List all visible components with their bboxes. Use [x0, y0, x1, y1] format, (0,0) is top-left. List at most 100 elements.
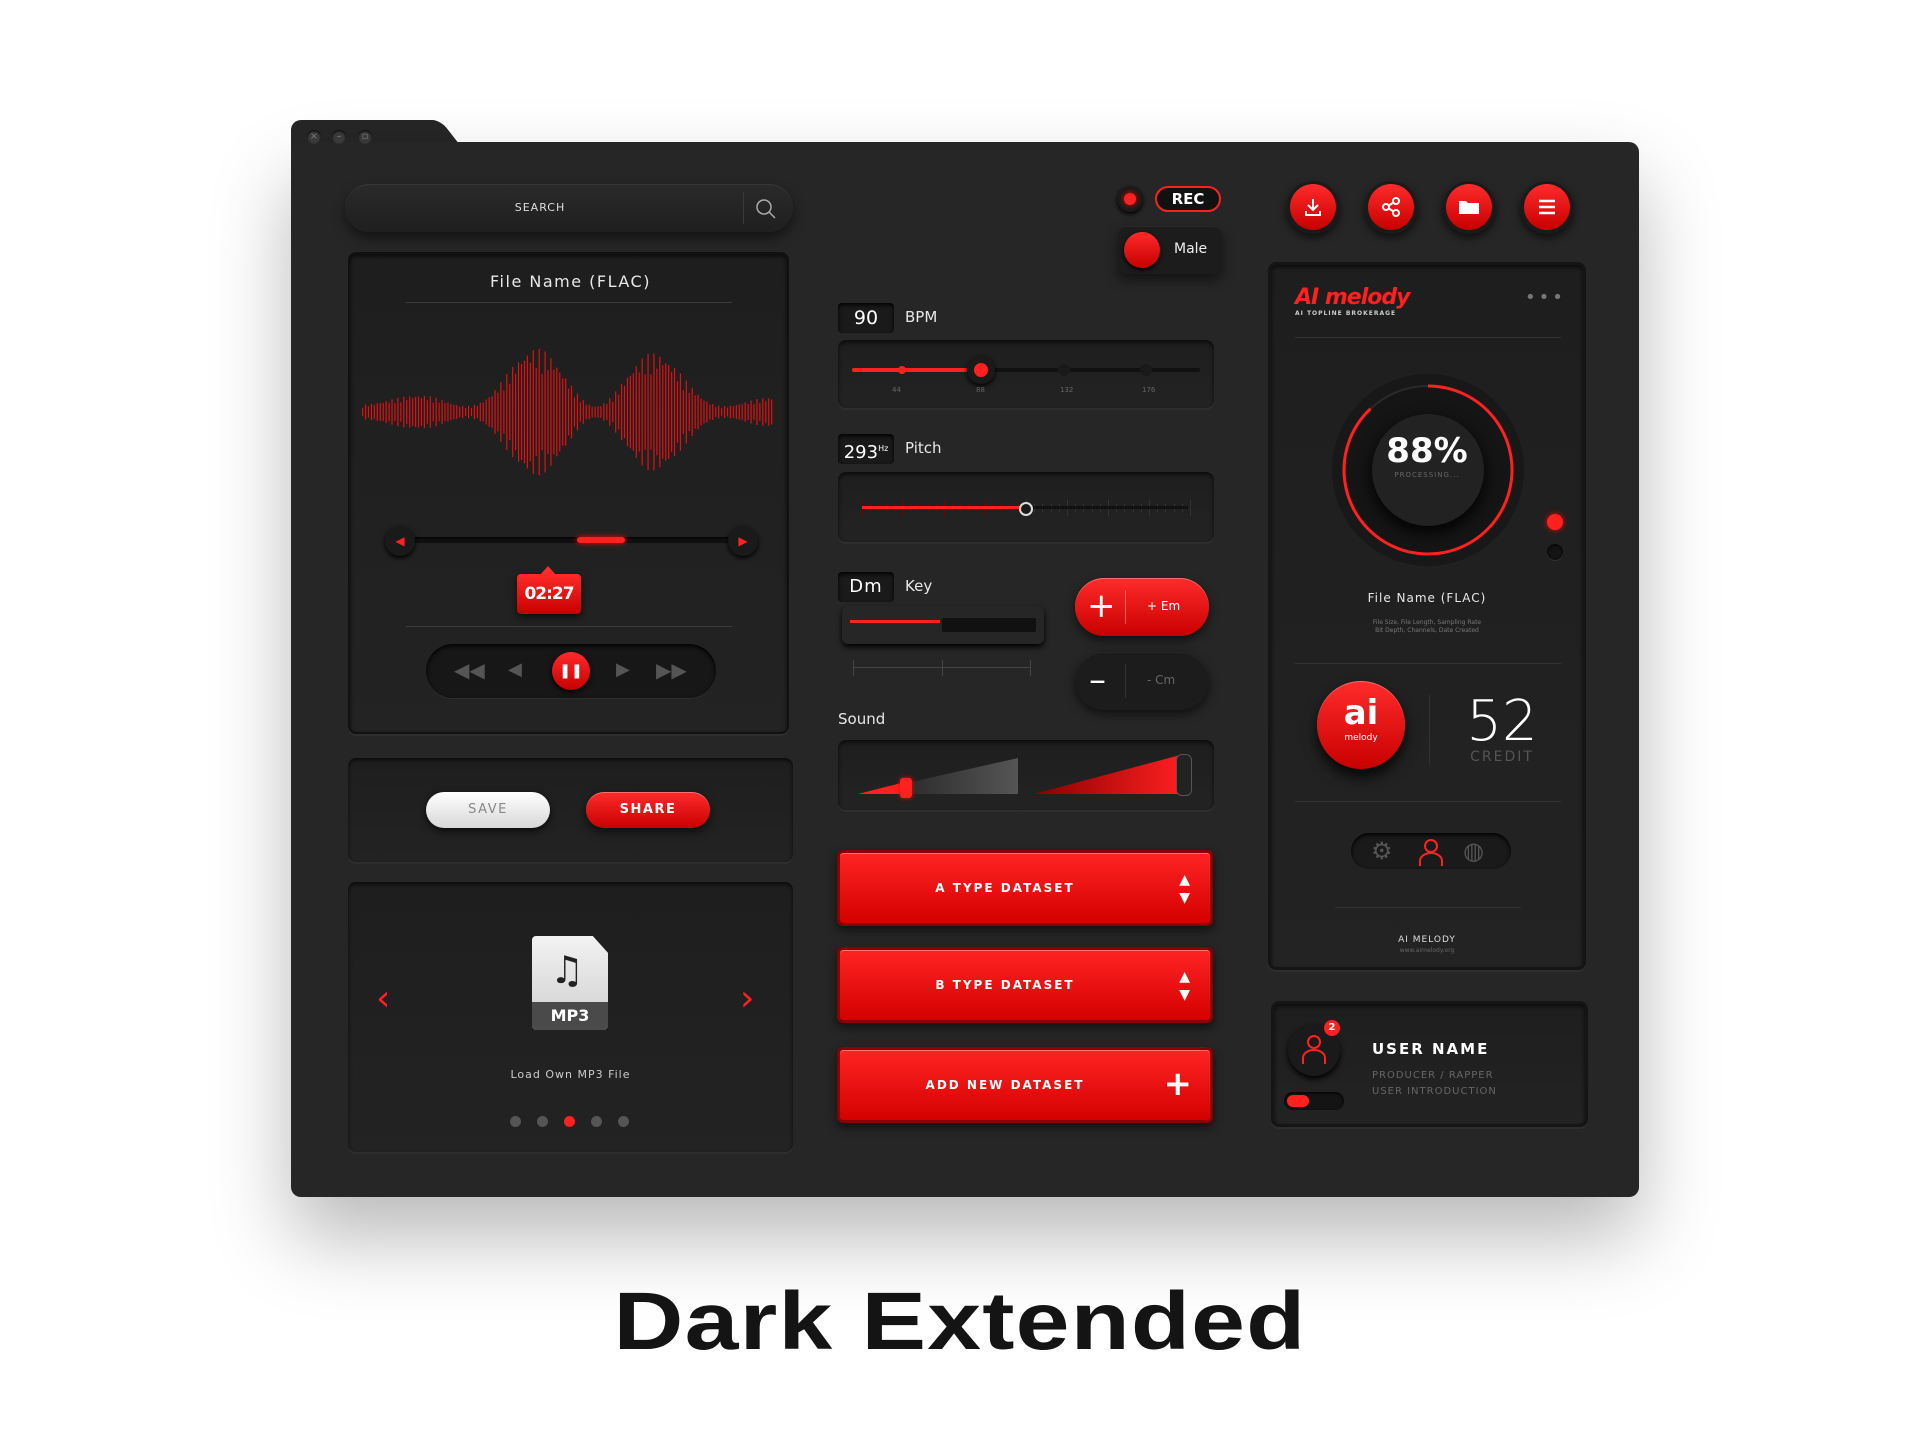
fast-forward-icon[interactable]: ▶▶ [656, 658, 687, 682]
waveform-bar [756, 399, 758, 425]
waveform-bar [635, 366, 637, 458]
search-bar[interactable]: SEARCH [345, 184, 793, 232]
waveform-bar [379, 403, 381, 421]
rewind-icon[interactable]: ◀◀ [454, 658, 485, 682]
close-window-button[interactable]: × [307, 130, 321, 144]
user-icon [1302, 1035, 1326, 1064]
user-icon[interactable] [1417, 837, 1445, 867]
waveform-bar [620, 383, 623, 441]
mp3-file-icon[interactable]: MP3 ♫ [532, 936, 608, 1030]
user-status-toggle[interactable] [1284, 1092, 1344, 1110]
waveform-bar [535, 367, 537, 457]
status-dot-inactive[interactable] [1547, 544, 1563, 560]
minimize-window-button[interactable]: – [332, 130, 346, 144]
waveform-bar [503, 390, 505, 434]
waveform-bar [591, 406, 593, 418]
add-new-dataset-button[interactable]: ADD NEW DATASET + [837, 1047, 1213, 1123]
waveform-bar [715, 407, 717, 417]
waveform-bar [500, 382, 502, 442]
pause-icon: ❚❚ [559, 663, 583, 679]
key-down-button[interactable]: – - Cm [1075, 652, 1209, 710]
waveform-bar [738, 404, 740, 420]
rec-button[interactable]: REC [1155, 186, 1221, 212]
status-dot-active[interactable] [1547, 514, 1563, 530]
waveform-bar [364, 404, 367, 420]
waveform-bar [370, 403, 373, 421]
player-panel: File Name (FLAC) ◀ ▶ 02:27 ◀◀ ◀ ❚❚ ▶ ▶▶ [348, 252, 789, 734]
chevron-right-icon[interactable]: › [740, 978, 754, 1019]
share-button[interactable]: SHARE [586, 792, 710, 828]
waveform-bar [612, 401, 614, 423]
maximize-window-button[interactable]: ▫ [358, 130, 372, 144]
sound-slider-handle[interactable] [900, 778, 912, 798]
save-button[interactable]: SAVE [426, 792, 550, 828]
seek-handle[interactable] [577, 537, 626, 543]
pitch-slider-handle[interactable] [1019, 502, 1033, 516]
waveform-bar [423, 395, 425, 429]
plus-icon: + [1087, 586, 1116, 626]
key-slider[interactable] [842, 606, 1044, 644]
user-role: PRODUCER / RAPPER [1372, 1070, 1494, 1081]
pitch-number: 293 [843, 442, 879, 463]
key-scale [853, 660, 1031, 676]
waveform-bar [659, 356, 661, 468]
b-type-dataset-button[interactable]: B TYPE DATASET ▲ ▼ [837, 947, 1213, 1023]
waveform-bar [447, 402, 449, 422]
sound-volume-handle[interactable] [1176, 754, 1192, 796]
waveform-bar [718, 405, 720, 419]
waveform-bar [406, 400, 408, 424]
voice-toggle[interactable]: Male [1118, 226, 1222, 274]
sort-arrows-icon[interactable]: ▲ ▼ [1179, 871, 1190, 907]
waveform-bar [641, 358, 643, 466]
key-up-button[interactable]: + + Em [1075, 578, 1209, 636]
waveform-bar [771, 399, 773, 425]
waveform-bar [597, 406, 599, 418]
page-dot[interactable] [564, 1116, 575, 1127]
waveform-bar [682, 390, 684, 434]
page-dot[interactable] [618, 1116, 629, 1127]
key-label: Key [905, 577, 933, 595]
waveform-bar [562, 378, 564, 446]
chevron-left-icon[interactable]: ‹ [376, 978, 390, 1019]
sort-arrows-icon[interactable]: ▲ ▼ [1179, 968, 1190, 1004]
mp3-loader-panel: ‹ › MP3 ♫ Load Own MP3 File [348, 882, 793, 1152]
folder-button[interactable] [1442, 180, 1496, 234]
seek-back-button[interactable]: ◀ [385, 526, 415, 556]
b-type-dataset-label: B TYPE DATASET [935, 978, 1075, 992]
share-icon-button[interactable] [1364, 180, 1418, 234]
seek-forward-button[interactable]: ▶ [728, 526, 758, 556]
pitch-unit: Hz [878, 444, 889, 453]
waveform-bar [729, 405, 732, 419]
waveform-bar [515, 373, 517, 451]
waveform-bar [662, 365, 664, 459]
bpm-slider-handle[interactable] [966, 356, 995, 384]
voice-label: Male [1174, 241, 1208, 257]
next-icon[interactable]: ▶ [616, 659, 630, 680]
file-type-label: MP3 [532, 1002, 608, 1030]
gear-icon[interactable]: ⚙ [1371, 837, 1393, 865]
waveform-bar [585, 404, 587, 420]
voice-toggle-knob[interactable] [1124, 232, 1160, 268]
brand-logo-sub: AI TOPLINE BROKERAGE [1295, 310, 1397, 317]
globe-icon[interactable]: ◍ [1463, 837, 1484, 865]
user-name: USER NAME [1372, 1040, 1490, 1058]
more-options-icon[interactable]: ••• [1525, 287, 1566, 308]
previous-icon[interactable]: ◀ [508, 659, 522, 680]
pause-button[interactable]: ❚❚ [552, 652, 590, 690]
page-dot[interactable] [537, 1116, 548, 1127]
waveform-bar [373, 404, 375, 420]
page-dot[interactable] [591, 1116, 602, 1127]
ai-melody-badge[interactable]: ai melody [1317, 681, 1405, 769]
plus-icon: + [1163, 1064, 1193, 1104]
seek-track[interactable] [390, 537, 750, 543]
search-icon[interactable] [755, 198, 777, 220]
a-type-dataset-button[interactable]: A TYPE DATASET ▲ ▼ [837, 850, 1213, 926]
page-indicator [510, 1116, 640, 1128]
menu-button[interactable] [1520, 180, 1574, 234]
record-indicator[interactable] [1117, 186, 1143, 212]
page-dot[interactable] [510, 1116, 521, 1127]
waveform-bar [362, 407, 364, 417]
waveform-bar [565, 378, 567, 446]
waveform-bar [409, 396, 411, 428]
download-button[interactable] [1286, 180, 1340, 234]
